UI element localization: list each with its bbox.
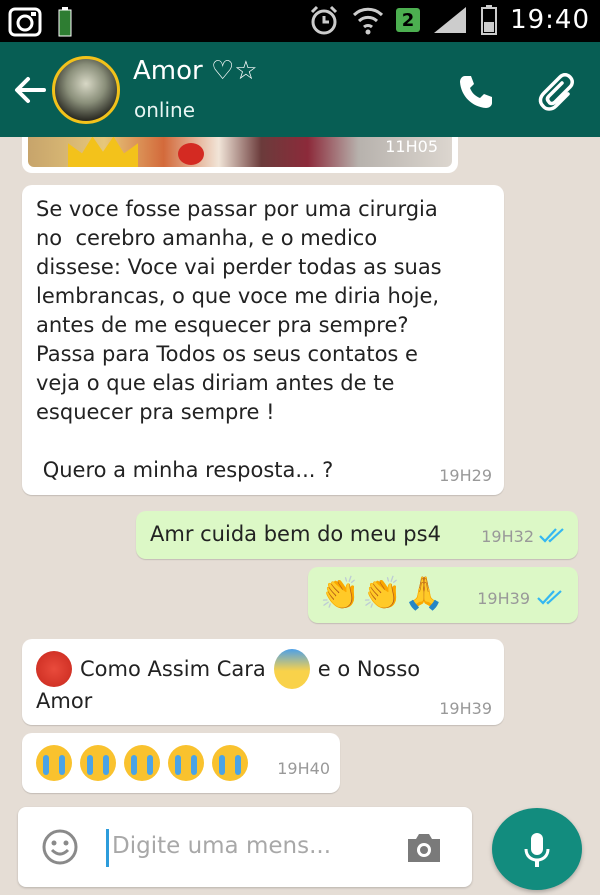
message-time: 19H29	[439, 466, 492, 485]
clock: 19:40	[510, 5, 590, 35]
message-time: 19H32	[481, 527, 534, 546]
message-input[interactable]: Digite uma mens...	[112, 833, 331, 859]
message-bubble-out[interactable]: 👏 👏 🙏 19H39	[308, 567, 578, 623]
crying-face-emoji	[80, 745, 116, 781]
emoji-icon[interactable]	[42, 829, 78, 865]
status-bar: 2 19:40	[0, 0, 600, 42]
image-thumbnail[interactable]: 11H05	[28, 137, 452, 167]
wifi-icon	[353, 7, 384, 35]
mic-button[interactable]	[492, 808, 582, 890]
battery-small-icon	[58, 7, 72, 37]
battery-icon	[481, 5, 498, 35]
microphone-icon	[524, 833, 550, 867]
crying-face-emoji	[36, 745, 72, 781]
text-cursor	[106, 829, 109, 867]
message-bubble-in[interactable]: 19H40	[22, 733, 340, 793]
message-time: 11H05	[385, 137, 438, 156]
crying-face-emoji	[124, 745, 160, 781]
notification-badge: 2	[396, 8, 421, 32]
message-text: Amor	[36, 689, 93, 713]
contact-status: online	[134, 98, 196, 122]
message-time: 19H39	[477, 589, 530, 608]
chat-area[interactable]: 11H05 Se voce fosse passar por uma cirur…	[0, 137, 600, 807]
phone-icon[interactable]	[456, 72, 496, 112]
crying-face-emoji	[212, 745, 248, 781]
signal-icon	[434, 7, 467, 33]
message-bubble-in[interactable]: Como Assim Cara e o Nosso Amor 19H39	[22, 639, 504, 725]
angry-face-emoji	[36, 651, 72, 687]
paperclip-icon[interactable]	[538, 72, 578, 112]
message-time: 19H39	[439, 699, 492, 718]
alarm-icon	[311, 5, 338, 35]
message-text: Se voce fosse passar por uma cirurgia no…	[36, 197, 442, 482]
message-time: 19H40	[277, 759, 330, 778]
crying-face-emoji	[168, 745, 204, 781]
camera-icon[interactable]	[404, 831, 444, 865]
message-bubble-out[interactable]: Amr cuida bem do meu ps4 19H32	[136, 511, 578, 559]
message-input-bar[interactable]: Digite uma mens...	[18, 807, 472, 887]
folded-hands-emoji: 🙏	[404, 574, 444, 612]
clapping-hands-emoji: 👏	[320, 574, 360, 612]
image-message[interactable]: 11H05	[22, 137, 458, 173]
screaming-face-emoji	[273, 649, 310, 689]
avatar[interactable]	[52, 56, 120, 124]
crown-image-detail	[68, 137, 138, 167]
read-ticks-icon	[537, 590, 562, 605]
message-text: Amr cuida bem do meu ps4	[150, 522, 441, 546]
instagram-icon	[8, 7, 42, 37]
read-ticks-icon	[539, 528, 564, 543]
chat-header: Amor ♡☆ online	[0, 42, 600, 137]
clapping-hands-emoji: 👏	[362, 574, 402, 612]
back-arrow-icon[interactable]	[12, 72, 48, 108]
message-text: e o Nosso	[317, 656, 421, 681]
tomato-image-detail	[178, 143, 204, 165]
contact-name[interactable]: Amor ♡☆	[133, 56, 258, 86]
message-text: Como Assim Cara	[80, 656, 266, 681]
message-bubble-in[interactable]: Se voce fosse passar por uma cirurgia no…	[22, 185, 504, 495]
